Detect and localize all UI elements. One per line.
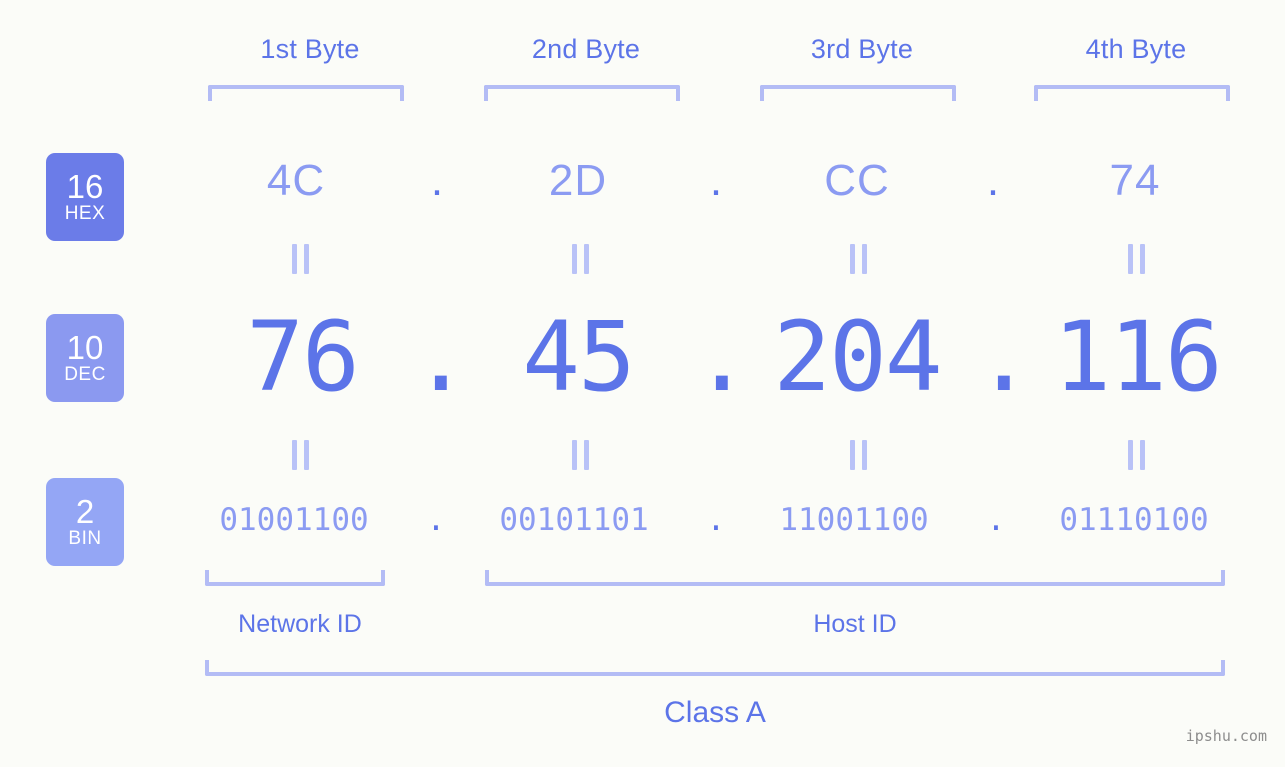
ip-class-label: Class A bbox=[664, 696, 766, 729]
base-badge-bin-abbr: BIN bbox=[68, 527, 102, 549]
base-badge-hex-abbr: HEX bbox=[64, 202, 106, 224]
byte-bracket-4 bbox=[1034, 85, 1230, 101]
base-badge-bin: 2 BIN bbox=[46, 478, 124, 566]
hex-octet-2: 2D bbox=[548, 156, 608, 205]
ip-address-breakdown-diagram: 1st Byte 2nd Byte 3rd Byte 4th Byte 16 H… bbox=[0, 0, 1285, 767]
byte-header-2: 2nd Byte bbox=[531, 34, 641, 64]
equals-mark-hex-dec-2 bbox=[567, 244, 593, 274]
base-badge-bin-number: 2 bbox=[75, 492, 95, 530]
base-badge-dec: 10 DEC bbox=[46, 314, 124, 402]
site-watermark: ipshu.com bbox=[1185, 727, 1267, 745]
host-id-bracket bbox=[485, 570, 1225, 586]
equals-mark-dec-bin-4 bbox=[1123, 440, 1149, 470]
hex-octet-4: 74 bbox=[1109, 156, 1161, 205]
dec-octet-2: 45 bbox=[522, 301, 636, 413]
byte-bracket-2 bbox=[484, 85, 680, 101]
bin-octet-1: 01001100 bbox=[219, 502, 369, 538]
byte-header-3: 3rd Byte bbox=[810, 34, 914, 64]
base-badge-dec-abbr: DEC bbox=[64, 363, 106, 385]
hex-separator-3: . bbox=[986, 156, 1000, 205]
dec-octet-3: 204 bbox=[773, 301, 942, 413]
base-badge-hex-number: 16 bbox=[66, 167, 104, 205]
ip-class-bracket bbox=[205, 660, 1225, 676]
equals-mark-hex-dec-1 bbox=[287, 244, 313, 274]
dec-separator-1: . bbox=[412, 301, 470, 413]
equals-mark-dec-bin-1 bbox=[287, 440, 313, 470]
byte-header-4: 4th Byte bbox=[1085, 34, 1187, 64]
bin-octet-3: 11001100 bbox=[779, 502, 929, 538]
network-id-label: Network ID bbox=[238, 610, 362, 638]
equals-mark-dec-bin-3 bbox=[845, 440, 871, 470]
equals-mark-hex-dec-4 bbox=[1123, 244, 1149, 274]
byte-header-1: 1st Byte bbox=[260, 34, 360, 64]
host-id-label: Host ID bbox=[813, 610, 897, 638]
equals-mark-dec-bin-2 bbox=[567, 440, 593, 470]
dec-octet-4: 116 bbox=[1053, 301, 1222, 413]
dec-octet-1: 76 bbox=[246, 301, 360, 413]
base-badge-hex: 16 HEX bbox=[46, 153, 124, 241]
hex-octet-1: 4C bbox=[266, 156, 326, 205]
network-id-bracket bbox=[205, 570, 385, 586]
byte-bracket-1 bbox=[208, 85, 404, 101]
hex-octet-3: CC bbox=[824, 156, 890, 205]
equals-mark-hex-dec-3 bbox=[845, 244, 871, 274]
base-badge-dec-number: 10 bbox=[66, 328, 104, 366]
bin-octet-2: 00101101 bbox=[499, 502, 649, 538]
byte-bracket-3 bbox=[760, 85, 956, 101]
bin-octet-4: 01110100 bbox=[1059, 502, 1209, 538]
